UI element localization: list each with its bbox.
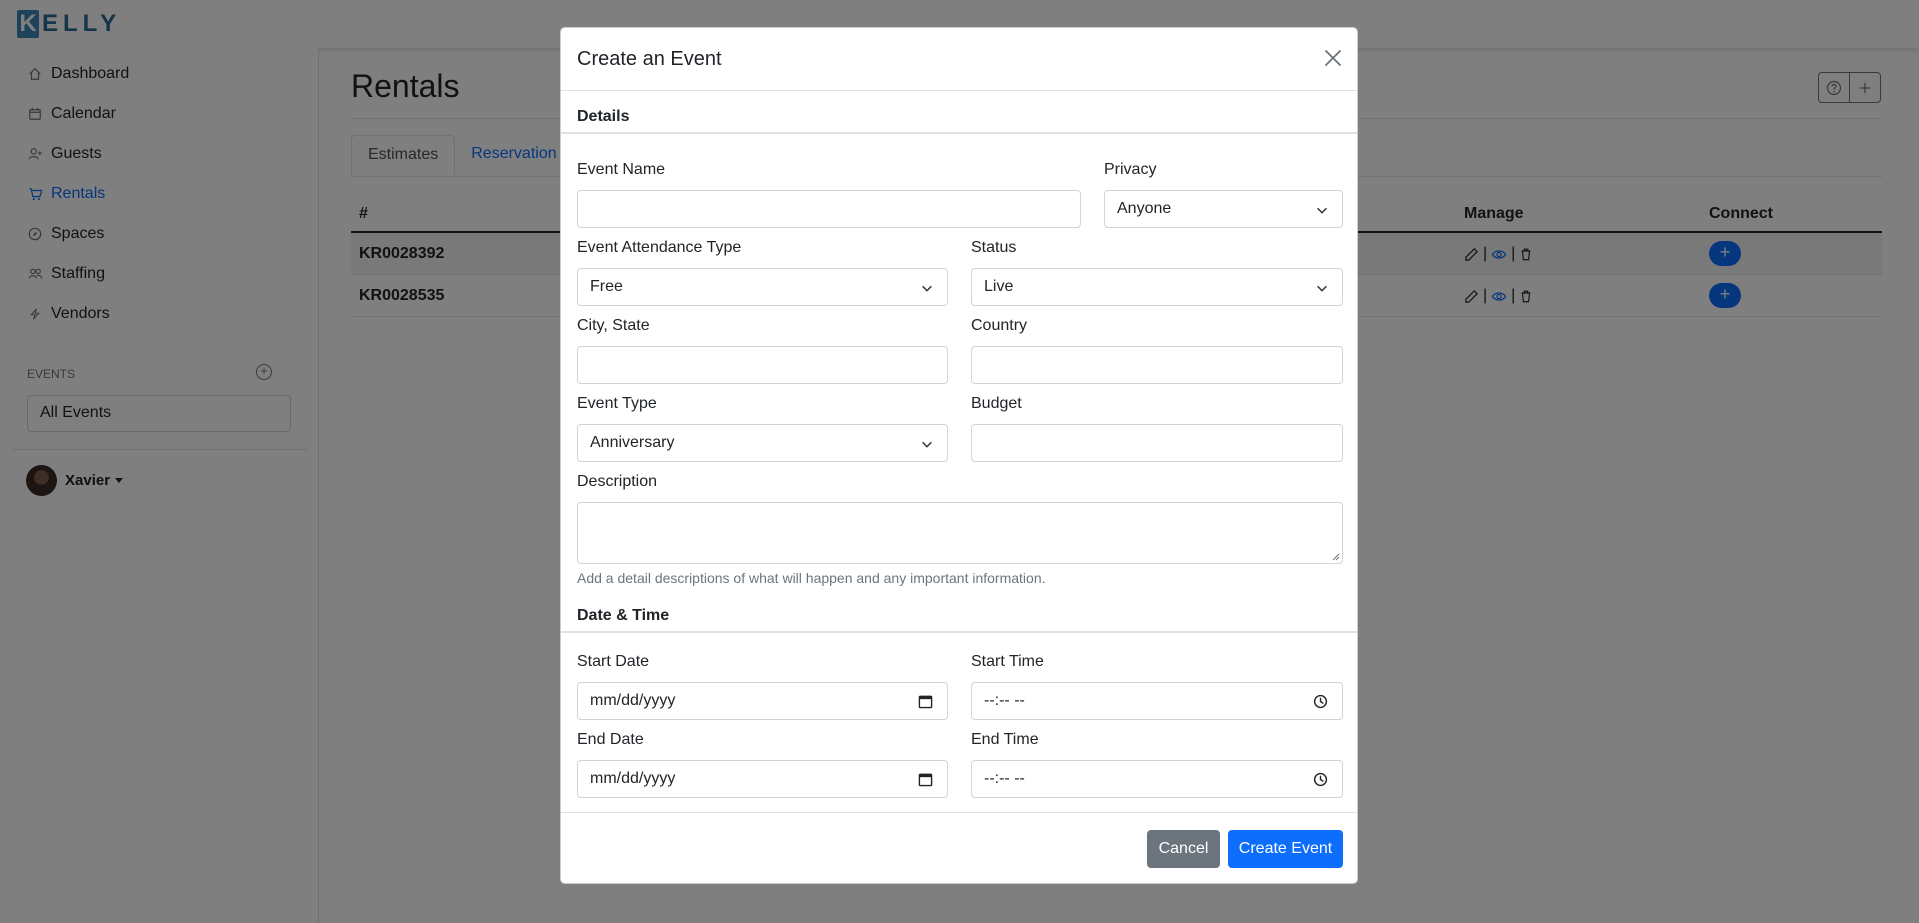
budget-label: Budget xyxy=(971,395,1022,412)
status-select[interactable]: Live xyxy=(971,268,1343,306)
end-date-label: End Date xyxy=(577,731,644,748)
privacy-value: Anyone xyxy=(1117,200,1172,217)
description-label: Description xyxy=(577,473,658,490)
cancel-button[interactable]: Cancel xyxy=(1147,830,1220,868)
resize-grip-icon[interactable] xyxy=(1330,551,1340,561)
event-type-select[interactable]: Anniversary xyxy=(577,424,948,462)
calendar-icon[interactable] xyxy=(918,772,933,787)
datetime-divider xyxy=(561,631,1357,633)
chevron-down-icon xyxy=(922,285,932,292)
event-type-value: Anniversary xyxy=(590,434,675,451)
chevron-down-icon xyxy=(922,441,932,448)
country-input[interactable] xyxy=(971,346,1343,384)
modal-footer: Cancel Create Event xyxy=(561,812,1357,884)
event-type-label: Event Type xyxy=(577,395,657,412)
end-date-placeholder: mm/dd/yyyy xyxy=(590,770,676,787)
start-date-input[interactable]: mm/dd/yyyy xyxy=(577,682,948,720)
description-textarea[interactable] xyxy=(577,502,1343,564)
details-divider xyxy=(561,132,1357,134)
end-time-placeholder: --:-- -- xyxy=(984,770,1025,787)
clock-icon[interactable] xyxy=(1313,772,1328,787)
city-state-input[interactable] xyxy=(577,346,948,384)
start-date-label: Start Date xyxy=(577,653,650,670)
attendance-type-label: Event Attendance Type xyxy=(577,239,742,256)
country-label: Country xyxy=(971,317,1028,334)
attendance-type-value: Free xyxy=(590,278,623,295)
calendar-icon[interactable] xyxy=(918,694,933,709)
description-help-text: Add a detail descriptions of what will h… xyxy=(577,570,1046,586)
create-event-modal: Create an Event Details Event Name Priva… xyxy=(560,27,1358,884)
start-time-input[interactable]: --:-- -- xyxy=(971,682,1343,720)
end-date-input[interactable]: mm/dd/yyyy xyxy=(577,760,948,798)
start-time-label: Start Time xyxy=(971,653,1044,670)
attendance-type-select[interactable]: Free xyxy=(577,268,948,306)
budget-input[interactable] xyxy=(971,424,1343,462)
status-value: Live xyxy=(984,278,1014,295)
city-state-label: City, State xyxy=(577,317,650,334)
end-time-label: End Time xyxy=(971,731,1039,748)
chevron-down-icon xyxy=(1317,207,1327,214)
create-event-button[interactable]: Create Event xyxy=(1228,830,1343,868)
status-label: Status xyxy=(971,239,1017,256)
chevron-down-icon xyxy=(1317,285,1327,292)
modal-header: Create an Event xyxy=(561,28,1357,91)
clock-icon[interactable] xyxy=(1313,694,1328,709)
start-date-placeholder: mm/dd/yyyy xyxy=(590,692,676,709)
event-name-label: Event Name xyxy=(577,161,666,178)
close-icon[interactable] xyxy=(1323,48,1343,68)
start-time-placeholder: --:-- -- xyxy=(984,692,1025,709)
privacy-label: Privacy xyxy=(1104,161,1157,178)
datetime-heading: Date & Time xyxy=(577,607,670,624)
modal-title: Create an Event xyxy=(577,48,722,70)
details-heading: Details xyxy=(577,108,630,125)
event-name-input[interactable] xyxy=(577,190,1081,228)
end-time-input[interactable]: --:-- -- xyxy=(971,760,1343,798)
privacy-select[interactable]: Anyone xyxy=(1104,190,1343,228)
